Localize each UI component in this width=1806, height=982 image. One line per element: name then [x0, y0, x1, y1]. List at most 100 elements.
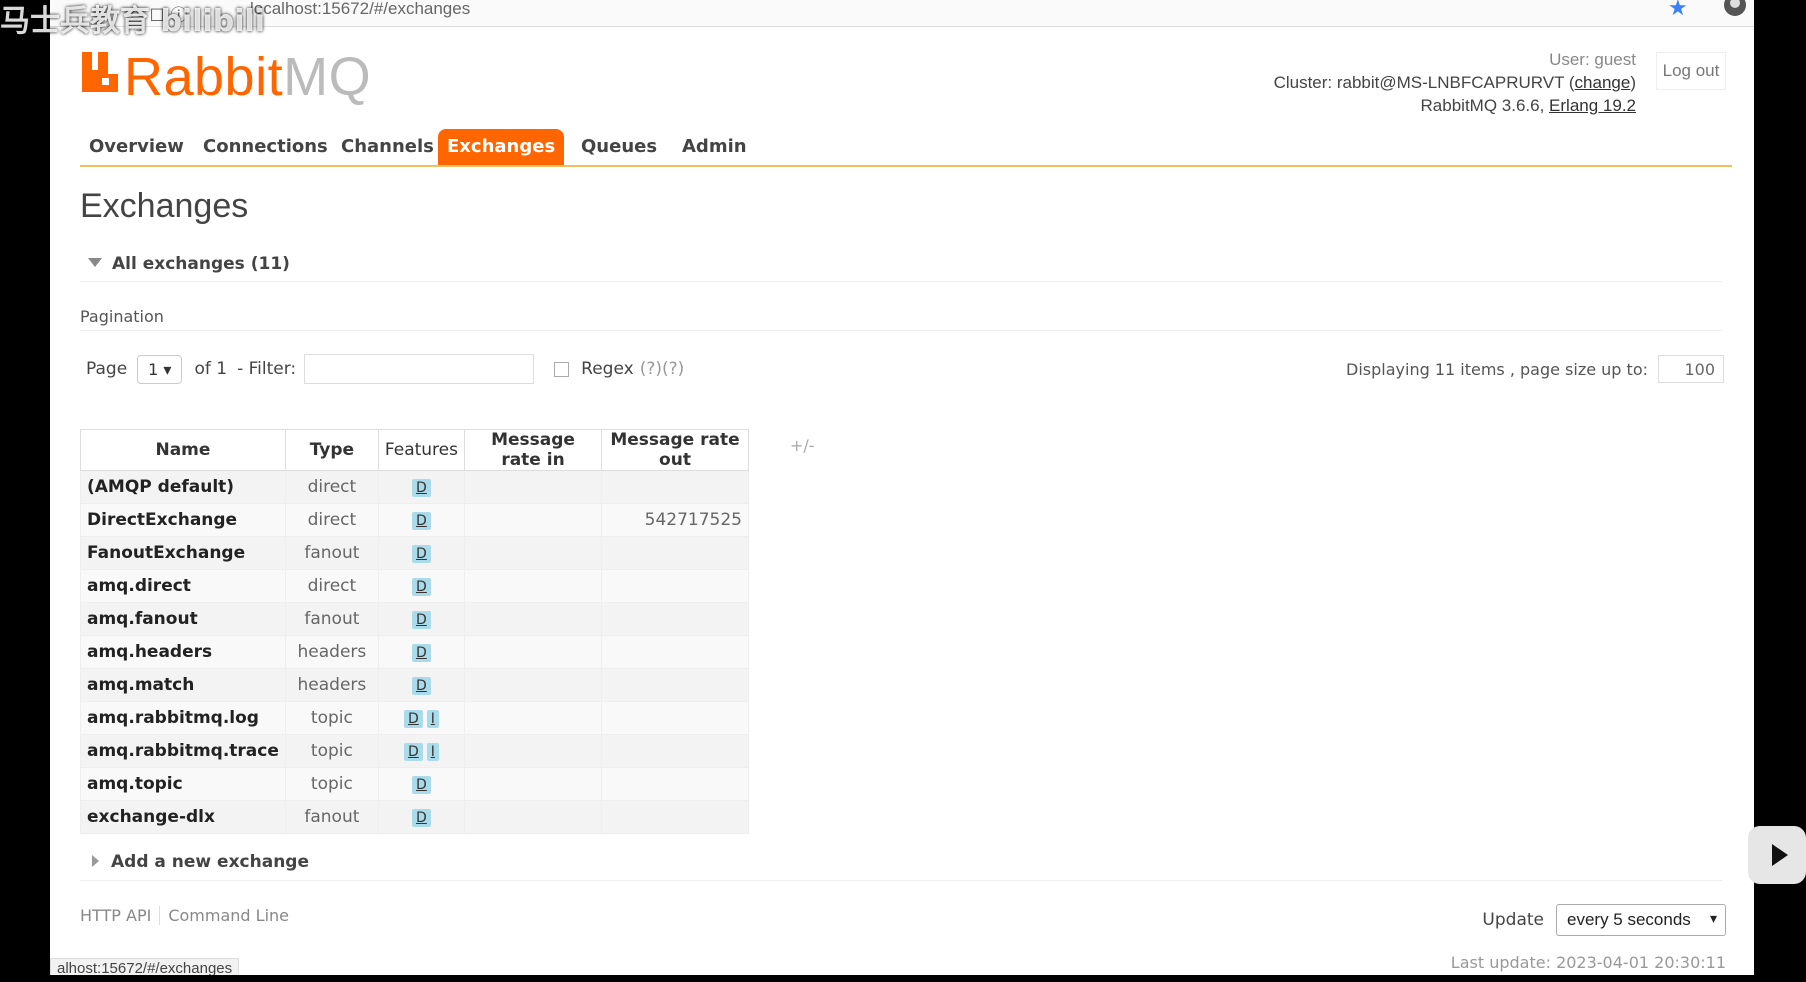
exchange-name-link[interactable]: amq.rabbitmq.trace	[80, 734, 286, 768]
command-line-link[interactable]: Command Line	[159, 906, 290, 925]
page-label: Page	[86, 359, 128, 379]
filter-label: - Filter:	[237, 359, 297, 379]
tab-exchanges[interactable]: Exchanges	[438, 129, 565, 165]
current-user: User: guest	[1549, 50, 1636, 69]
table-row[interactable]: DirectExchange direct D 542717525	[80, 503, 749, 537]
feature-badge: D	[412, 644, 431, 662]
exchange-name-link[interactable]: exchange-dlx	[80, 800, 286, 834]
message-rate-out	[601, 635, 749, 669]
tab-connections[interactable]: Connections	[194, 129, 337, 165]
exchange-name-link[interactable]: FanoutExchange	[80, 536, 286, 570]
tab-admin[interactable]: Admin	[673, 129, 756, 165]
message-rate-in	[464, 767, 602, 801]
col-rate-in[interactable]: Message rate in	[464, 429, 602, 471]
feature-badge: D	[412, 809, 431, 827]
exchange-features: D	[377, 536, 466, 570]
message-rate-out	[601, 470, 749, 504]
url-text[interactable]: localhost:15672/#/exchanges	[250, 0, 470, 19]
exchange-name-link[interactable]: amq.rabbitmq.log	[80, 701, 286, 735]
filter-input[interactable]	[304, 354, 535, 384]
bookmark-star-icon[interactable]: ★	[1668, 0, 1688, 21]
exchange-name-link[interactable]: (AMQP default)	[80, 470, 286, 504]
message-rate-in	[464, 536, 602, 570]
feature-badge: I	[426, 710, 439, 728]
exchange-type: topic	[284, 767, 379, 801]
logo-text-rabbit: Rabbit	[124, 47, 284, 107]
feature-badge: D	[403, 710, 423, 728]
add-exchange-toggle[interactable]: Add a new exchange	[92, 852, 309, 872]
expand-triangle-icon	[92, 855, 99, 867]
exchange-type: direct	[284, 470, 379, 504]
display-info: Displaying 11 items , page size up to: 1…	[1346, 355, 1724, 383]
section-divider	[80, 281, 1722, 282]
browser-viewport: ⟳ ☐ ⓘ localhost:15672/#/exchanges ★ Rabb…	[50, 0, 1754, 975]
exchange-type: topic	[284, 701, 379, 735]
table-row[interactable]: amq.rabbitmq.trace topic D I	[80, 734, 749, 768]
user-info: User: guest Cluster: rabbit@MS-LNBFCAPRU…	[1274, 48, 1636, 117]
logout-button[interactable]: Log out	[1656, 52, 1726, 90]
regex-checkbox[interactable]	[554, 361, 570, 377]
exchange-name-link[interactable]: amq.direct	[80, 569, 286, 603]
rabbitmq-version: RabbitMQ 3.6.6,	[1420, 96, 1550, 115]
regex-help-links[interactable]: (?)(?)	[640, 359, 685, 379]
table-row[interactable]: amq.direct direct D	[80, 569, 749, 603]
col-name[interactable]: Name	[80, 429, 286, 471]
exchange-name-link[interactable]: DirectExchange	[80, 503, 286, 537]
col-type[interactable]: Type	[284, 429, 379, 471]
http-api-link[interactable]: HTTP API	[80, 906, 151, 925]
page-size-input[interactable]: 100	[1658, 355, 1724, 383]
tab-overview[interactable]: Overview	[80, 129, 193, 165]
page-select[interactable]: 1 ▾	[137, 354, 183, 384]
exchange-name-link[interactable]: amq.topic	[80, 767, 286, 801]
account-icon[interactable]	[1724, 0, 1746, 16]
exchange-name-link[interactable]: amq.fanout	[80, 602, 286, 636]
erlang-version-link[interactable]: Erlang 19.2	[1549, 96, 1636, 115]
message-rate-out	[601, 569, 749, 603]
col-features[interactable]: Features	[377, 429, 466, 471]
message-rate-out	[601, 701, 749, 735]
table-row[interactable]: (AMQP default) direct D	[80, 470, 749, 504]
table-row[interactable]: amq.topic topic D	[80, 767, 749, 801]
browser-url-bar[interactable]: ⟳ ☐ ⓘ localhost:15672/#/exchanges ★	[50, 0, 1754, 27]
exchange-features: D	[377, 503, 466, 537]
toggle-columns-link[interactable]: +/-	[790, 436, 815, 455]
add-divider	[80, 880, 1722, 881]
table-row[interactable]: exchange-dlx fanout D	[80, 800, 749, 834]
display-count-text: Displaying 11 items , page size up to:	[1346, 359, 1648, 379]
col-rate-out[interactable]: Message rate out	[601, 429, 749, 471]
regex-label: Regex	[581, 359, 634, 379]
exchange-features: D	[377, 470, 466, 504]
tab-channels[interactable]: Channels	[332, 129, 443, 165]
exchange-features: D	[377, 635, 466, 669]
exchange-type: direct	[284, 503, 379, 537]
pagination-controls: Page 1 ▾ of 1 - Filter: Regex (?)(?)	[86, 354, 684, 384]
table-row[interactable]: FanoutExchange fanout D	[80, 536, 749, 570]
exchange-features: D	[377, 602, 466, 636]
play-button-icon[interactable]	[1748, 826, 1806, 884]
table-row[interactable]: amq.fanout fanout D	[80, 602, 749, 636]
message-rate-out	[601, 767, 749, 801]
table-row[interactable]: amq.rabbitmq.log topic D I	[80, 701, 749, 735]
pagination-divider	[80, 330, 1722, 331]
feature-badge: D	[412, 479, 431, 497]
tab-queues[interactable]: Queues	[572, 129, 666, 165]
message-rate-in	[464, 503, 602, 537]
exchange-features: DI	[377, 701, 466, 735]
logo-text: RabbitMQ	[124, 46, 371, 108]
feature-badge: D	[412, 578, 431, 596]
all-exchanges-toggle[interactable]: All exchanges (11)	[88, 254, 290, 274]
exchange-type: headers	[284, 668, 379, 702]
exchange-name-link[interactable]: amq.headers	[80, 635, 286, 669]
table-row[interactable]: amq.headers headers D	[80, 635, 749, 669]
rabbitmq-logo-icon	[82, 52, 118, 92]
table-row[interactable]: amq.match headers D	[80, 668, 749, 702]
exchange-name-link[interactable]: amq.match	[80, 668, 286, 702]
page-of-label: of 1	[194, 359, 228, 379]
feature-badge: D	[412, 776, 431, 794]
exchanges-table: Name Type Features Message rate in Messa…	[80, 429, 749, 834]
message-rate-in	[464, 569, 602, 603]
update-interval-select[interactable]: every 5 seconds	[1556, 904, 1726, 936]
exchange-type: direct	[284, 569, 379, 603]
message-rate-in	[464, 734, 602, 768]
change-cluster-link[interactable]: change	[1575, 73, 1631, 92]
